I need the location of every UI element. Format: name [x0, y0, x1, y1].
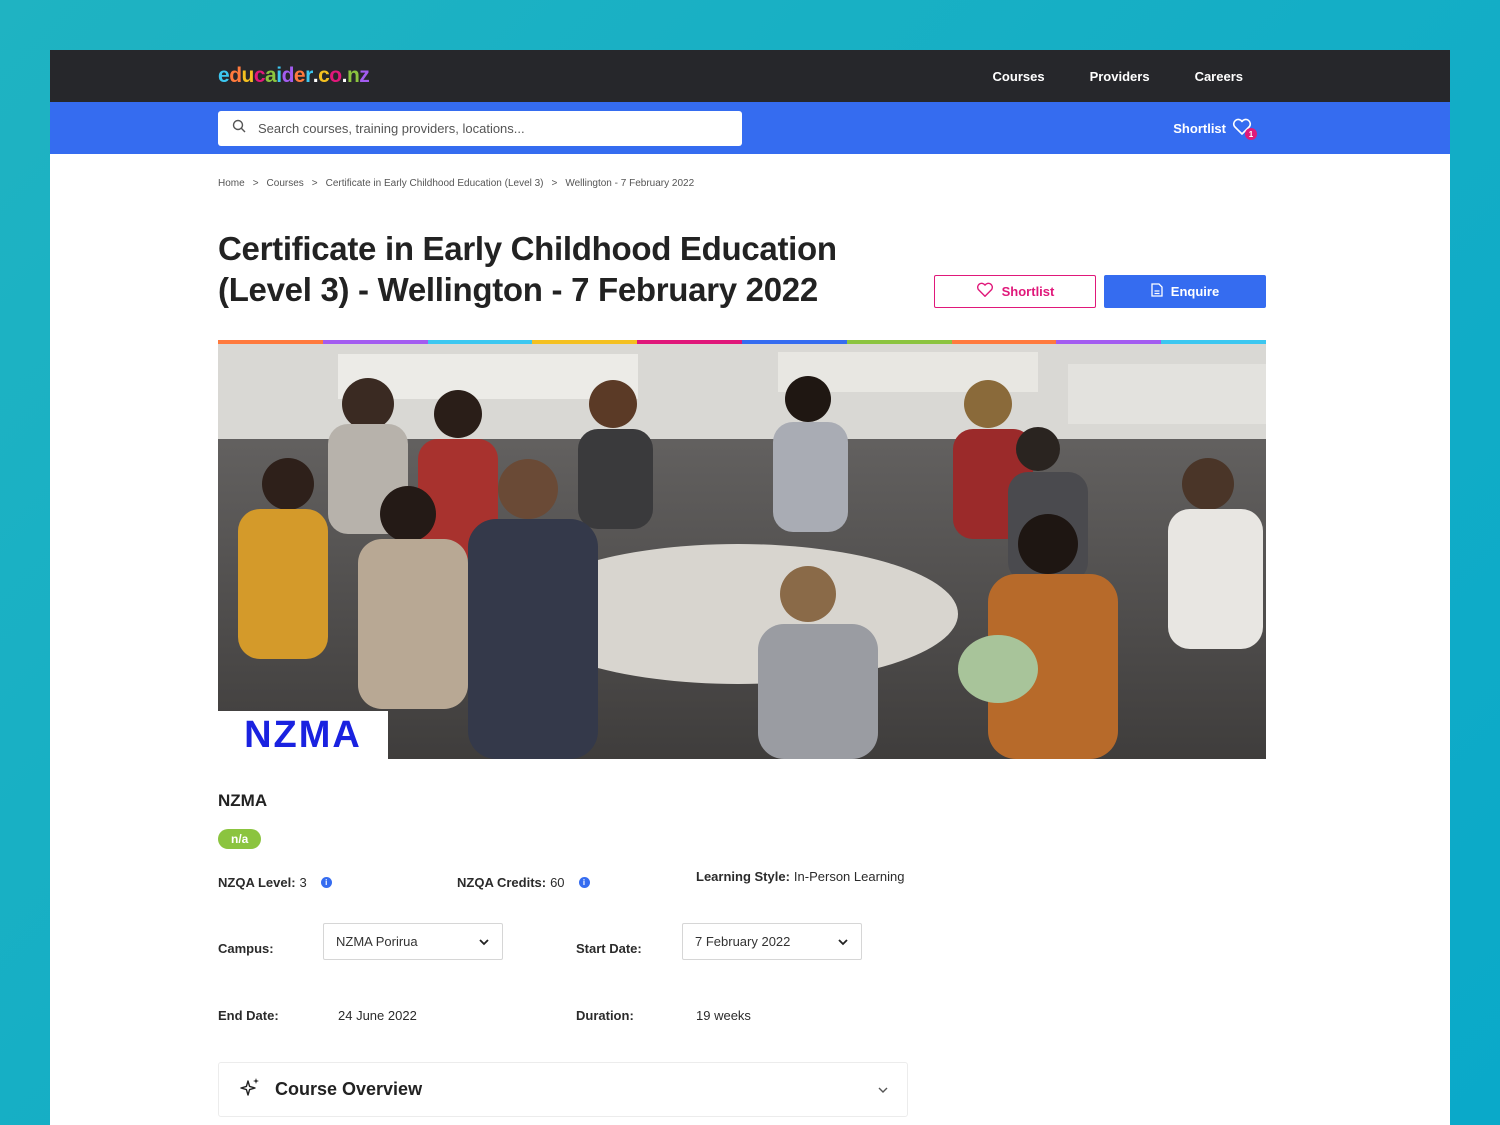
rating-pill: n/a [218, 829, 262, 849]
campus-select-value: NZMA Porirua [336, 934, 418, 949]
start-date-select-value: 7 February 2022 [695, 934, 791, 949]
page-title-line-1: Certificate in Early Childhood Education [218, 230, 837, 267]
page-title: Certificate in Early Childhood Education… [218, 228, 898, 310]
breadcrumb: Home > Courses > Certificate in Early Ch… [218, 178, 1266, 189]
nzqa-credits-value: 60 [550, 875, 565, 890]
duration-value: 19 weeks [696, 1008, 751, 1023]
provider-name: NZMA [218, 791, 268, 810]
shortlist-button[interactable]: Shortlist [934, 275, 1096, 308]
enquire-button[interactable]: Enquire [1104, 275, 1266, 308]
browser-page: educaider.co.nz Courses Providers Career… [50, 50, 1450, 1125]
breadcrumb-course[interactable]: Certificate in Early Childhood Education… [326, 178, 544, 189]
info-icon[interactable]: i [578, 877, 590, 888]
learning-style-label: Learning Style: [696, 869, 790, 884]
provider-logo-text: NZMA [244, 717, 362, 753]
nav-careers[interactable]: Careers [1195, 69, 1243, 84]
search-input[interactable] [258, 120, 698, 136]
nzqa-credits-label: NZQA Credits: [457, 875, 547, 890]
main-content: Home > Courses > Certificate in Early Ch… [50, 178, 1266, 1099]
campus: Campus: [218, 941, 274, 956]
course-overview-label: Course Overview [275, 1079, 423, 1099]
provider-logo: NZMA [218, 711, 388, 759]
nav-providers[interactable]: Providers [1090, 69, 1150, 84]
shortlist-count-badge: 1 [1245, 128, 1257, 140]
breadcrumb-current: Wellington - 7 February 2022 [565, 178, 695, 189]
breadcrumb-separator: > [252, 178, 259, 189]
chevron-down-icon [478, 934, 490, 949]
heart-icon [976, 282, 994, 301]
chevron-down-icon [877, 1081, 889, 1099]
campus-select[interactable]: NZMA Porirua [323, 923, 503, 960]
classroom-photo [218, 344, 1266, 759]
search-icon [232, 119, 246, 138]
breadcrumb-courses[interactable]: Courses [267, 178, 304, 189]
nzqa-level: NZQA Level: 3 i [218, 875, 332, 890]
learning-style: Learning Style: In-Person Learning [696, 869, 905, 884]
nzqa-level-value: 3 [299, 875, 307, 890]
course-actions: Shortlist Enquire [934, 275, 1266, 308]
shortlist-button-label: Shortlist [1001, 284, 1055, 299]
search-bar-strip: Shortlist 1 [50, 102, 1450, 154]
shortlist-link[interactable]: Shortlist 1 [1173, 118, 1257, 140]
chevron-down-icon [837, 934, 849, 949]
end-date-text: 24 June 2022 [338, 1008, 417, 1023]
shortlist-link-label: Shortlist [1173, 120, 1226, 136]
breadcrumb-home[interactable]: Home [218, 178, 245, 189]
info-icon[interactable]: i [320, 877, 332, 888]
learning-style-value: In-Person Learning [793, 869, 905, 884]
breadcrumb-separator: > [551, 178, 558, 189]
duration-label: Duration: [576, 1008, 634, 1023]
course-hero-image: NZMA [218, 340, 1266, 759]
campus-label: Campus: [218, 941, 274, 956]
heart-icon: 1 [1232, 118, 1257, 140]
sparkle-icon [239, 1076, 261, 1103]
start-date-label: Start Date: [576, 941, 642, 956]
document-icon [1151, 283, 1163, 300]
nzqa-credits: NZQA Credits: 60 i [457, 875, 590, 890]
end-date-value: 24 June 2022 [338, 1008, 417, 1023]
course-overview-accordion[interactable]: Course Overview [218, 1062, 908, 1117]
site-logo[interactable]: educaider.co.nz [218, 64, 370, 88]
nav-courses[interactable]: Courses [993, 69, 1045, 84]
page-title-line-2: (Level 3) - Wellington - 7 February 2022 [218, 271, 818, 308]
nzqa-level-label: NZQA Level: [218, 875, 296, 890]
top-nav: educaider.co.nz Courses Providers Career… [50, 50, 1450, 102]
main-nav: Courses Providers Careers [993, 69, 1243, 84]
duration-text: 19 weeks [696, 1008, 751, 1023]
end-date: End Date: [218, 1008, 279, 1023]
breadcrumb-separator: > [311, 178, 318, 189]
end-date-label: End Date: [218, 1008, 279, 1023]
title-row: Certificate in Early Childhood Education… [218, 228, 1266, 310]
duration: Duration: [576, 1008, 634, 1023]
enquire-button-label: Enquire [1170, 284, 1220, 299]
start-date: Start Date: [576, 941, 642, 956]
search-box[interactable] [218, 110, 742, 146]
start-date-select[interactable]: 7 February 2022 [682, 923, 862, 960]
